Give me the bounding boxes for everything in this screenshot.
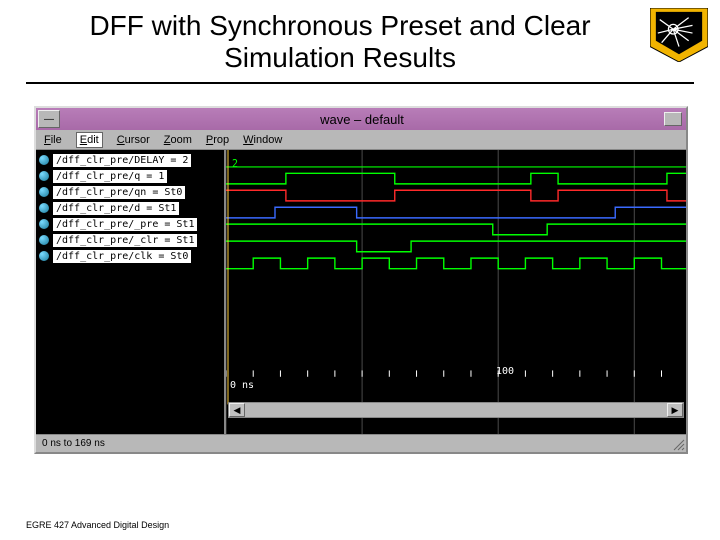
time-tick-100: 100: [496, 366, 514, 377]
scroll-right-button[interactable]: ▶: [667, 403, 683, 417]
slide-footer: EGRE 427 Advanced Digital Design: [26, 520, 169, 530]
scroll-left-button[interactable]: ◀: [229, 403, 245, 417]
menubar: File Edit Cursor Zoom Prop Window: [36, 130, 686, 150]
wave-body: /dff_clr_pre/DELAY = 2 /dff_clr_pre/q = …: [36, 150, 686, 434]
title-divider: [26, 82, 694, 84]
resize-grip-icon[interactable]: [671, 437, 685, 451]
window-title: wave – default: [60, 112, 664, 127]
signal-label[interactable]: /dff_clr_pre/_clr = St1: [53, 234, 197, 247]
signal-row: /dff_clr_pre/qn = St0: [36, 184, 224, 200]
signal-label[interactable]: /dff_clr_pre/clk = St0: [53, 250, 191, 263]
signal-label[interactable]: /dff_clr_pre/q = 1: [53, 170, 167, 183]
signal-label[interactable]: /dff_clr_pre/qn = St0: [53, 186, 185, 199]
signal-list[interactable]: /dff_clr_pre/DELAY = 2 /dff_clr_pre/q = …: [36, 150, 226, 434]
signal-label[interactable]: /dff_clr_pre/DELAY = 2: [53, 154, 191, 167]
signal-dot-icon: [39, 171, 49, 181]
menu-window[interactable]: Window: [243, 134, 282, 146]
maximize-button[interactable]: [664, 112, 682, 126]
signal-row: /dff_clr_pre/d = St1: [36, 200, 224, 216]
scroll-track[interactable]: [245, 403, 667, 417]
signal-dot-icon: [39, 251, 49, 261]
slide-title: DFF with Synchronous Preset and Clear Si…: [0, 0, 720, 82]
menu-edit[interactable]: Edit: [76, 132, 103, 148]
signal-row: /dff_clr_pre/DELAY = 2: [36, 152, 224, 168]
system-menu-button[interactable]: —: [38, 110, 60, 128]
menu-prop[interactable]: Prop: [206, 134, 229, 146]
institution-logo-icon: [650, 8, 708, 62]
svg-text:2: 2: [232, 158, 238, 170]
waveform-canvas[interactable]: 2 100 0 ns: [226, 150, 686, 434]
signal-row: /dff_clr_pre/clk = St0: [36, 248, 224, 264]
statusbar: 0 ns to 169 ns: [36, 434, 686, 452]
title-line1: DFF with Synchronous Preset and Clear: [89, 10, 590, 41]
menu-zoom[interactable]: Zoom: [164, 134, 192, 146]
signal-dot-icon: [39, 203, 49, 213]
signal-dot-icon: [39, 187, 49, 197]
signal-label[interactable]: /dff_clr_pre/_pre = St1: [53, 218, 197, 231]
signal-dot-icon: [39, 219, 49, 229]
title-line2: Simulation Results: [224, 42, 456, 73]
signal-row: /dff_clr_pre/_pre = St1: [36, 216, 224, 232]
menu-cursor[interactable]: Cursor: [117, 134, 150, 146]
signal-row: /dff_clr_pre/q = 1: [36, 168, 224, 184]
status-time-range: 0 ns to 169 ns: [42, 438, 105, 449]
signal-dot-icon: [39, 155, 49, 165]
signal-row: /dff_clr_pre/_clr = St1: [36, 232, 224, 248]
signal-label[interactable]: /dff_clr_pre/d = St1: [53, 202, 179, 215]
horizontal-scrollbar[interactable]: ◀ ▶: [228, 402, 684, 418]
window-titlebar[interactable]: — wave – default: [36, 108, 686, 130]
signal-dot-icon: [39, 235, 49, 245]
waveform-window: — wave – default File Edit Cursor Zoom P…: [34, 106, 688, 454]
menu-file[interactable]: File: [44, 134, 62, 146]
cursor-time-label: 0 ns: [230, 380, 254, 391]
